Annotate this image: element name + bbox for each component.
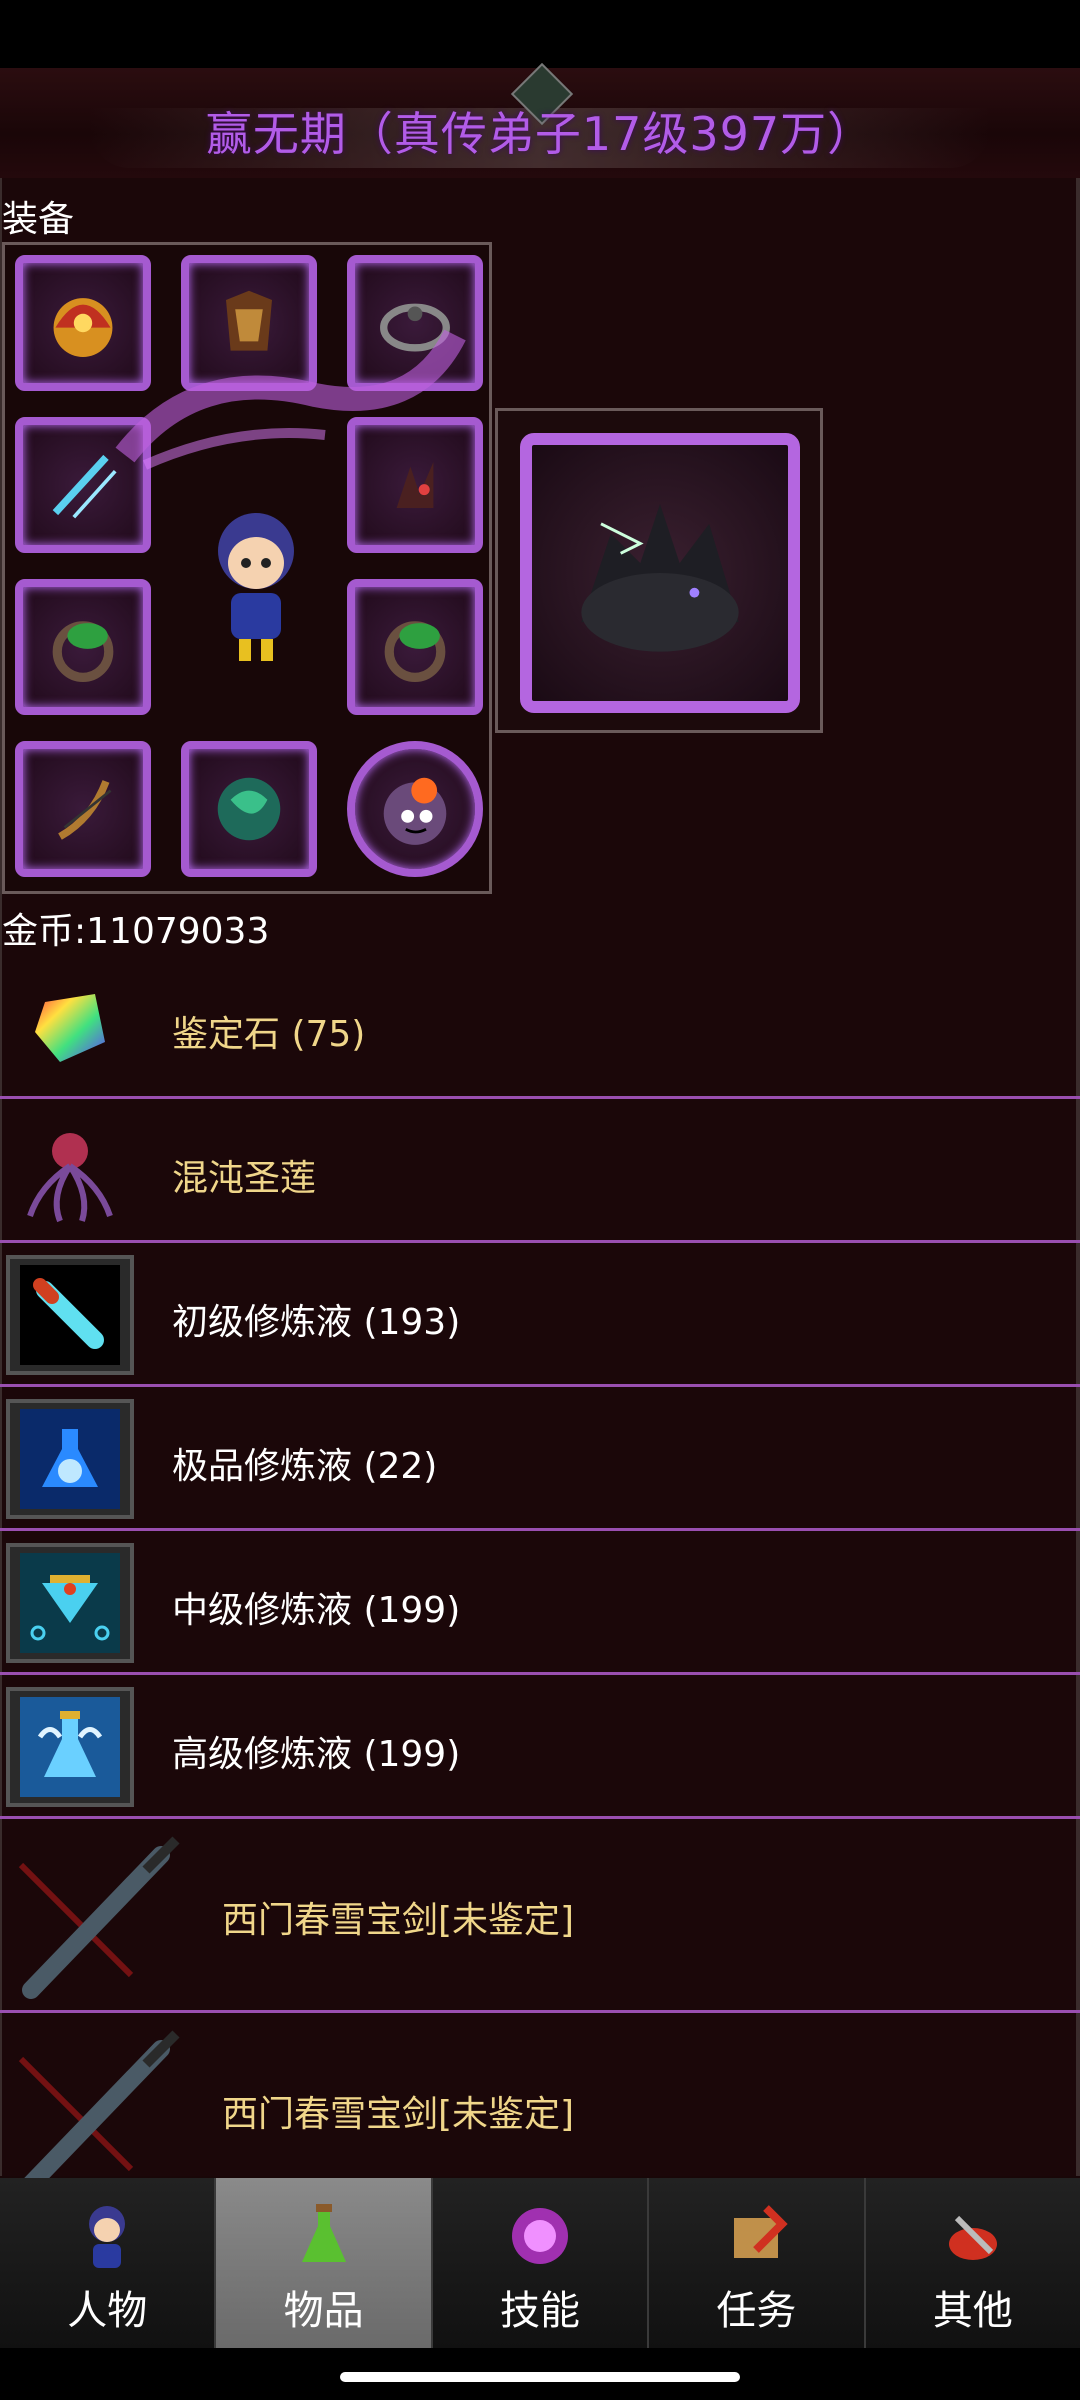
equipment-label: 装备 [2, 199, 75, 240]
item-name: 混沌圣莲 [172, 1158, 317, 1199]
list-item[interactable]: 混沌圣莲 [0, 1099, 1080, 1243]
gold-count: 金币:11079033 [2, 911, 270, 952]
character-icon [89, 2206, 126, 2268]
tab-label: 其他 [932, 2288, 1013, 2334]
bow-icon [58, 780, 112, 840]
inventory-list: 鉴定石 (75) 混沌圣莲 初级修炼液 (193) 极品修炼液 (22) 中级修… [0, 955, 1080, 2207]
winged-flask-icon [20, 1697, 120, 1797]
equip-slot-ring-right[interactable] [347, 579, 483, 715]
equipment-grid [2, 242, 492, 894]
rainbow-gem-icon [35, 994, 105, 1062]
tab-label: 技能 [500, 2288, 581, 2334]
tab-items[interactable]: 物品 [216, 2178, 433, 2348]
tab-character[interactable]: 人物 [0, 2178, 217, 2348]
goblet-icon [20, 1553, 120, 1653]
pet-slot[interactable] [520, 433, 800, 713]
pet-slot-frame [495, 408, 823, 733]
list-item[interactable]: 高级修炼液 (199) [0, 1675, 1080, 1819]
other-icon [948, 2215, 997, 2260]
home-indicator[interactable] [340, 2372, 740, 2382]
skill-orb-icon [512, 2208, 569, 2264]
item-name: 极品修炼液 (22) [172, 1446, 438, 1487]
character-avatar [218, 513, 294, 661]
tab-skills[interactable]: 技能 [433, 2178, 650, 2348]
page-title: 赢无期（真传弟子17级397万） [205, 107, 875, 161]
broadsword-icon [18, 2030, 180, 2193]
item-name: 高级修炼液 (199) [172, 1734, 461, 1775]
equip-slot-orb[interactable] [347, 741, 483, 877]
quest-icon [734, 2205, 789, 2258]
item-name: 中级修炼液 (199) [172, 1590, 461, 1631]
item-name: 西门春雪宝剑[未鉴定] [222, 1900, 575, 1941]
list-item[interactable]: 初级修炼液 (193) [0, 1243, 1080, 1387]
dragon-aura [115, 329, 466, 470]
flask-icon [20, 1409, 120, 1509]
ghost-orb-icon [383, 777, 447, 845]
potion-icon [301, 2204, 346, 2262]
equip-slot-charm[interactable] [181, 741, 317, 877]
title-bar: 赢无期（真传弟子17级397万） [0, 62, 1080, 181]
list-item[interactable]: 极品修炼液 (22) [0, 1387, 1080, 1531]
bottom-tab-bar: 人物 物品 技能 任务 其他 [0, 2178, 1080, 2348]
ring-icon [52, 621, 114, 682]
item-name: 初级修炼液 (193) [172, 1302, 461, 1343]
equip-slot-ring-left[interactable] [15, 579, 151, 715]
dark-wolf-icon [581, 504, 739, 652]
ring-icon [384, 621, 446, 682]
tab-label: 任务 [716, 2288, 797, 2334]
list-item[interactable]: 西门春雪宝剑[未鉴定] [0, 1819, 1080, 2013]
list-item[interactable]: 鉴定石 (75) [0, 955, 1080, 1099]
tab-quests[interactable]: 任务 [649, 2178, 866, 2348]
tab-other[interactable]: 其他 [866, 2178, 1080, 2348]
item-name: 西门春雪宝剑[未鉴定] [222, 2094, 575, 2135]
status-bar [0, 0, 1080, 68]
beast-charm-icon [217, 777, 281, 841]
vial-icon [20, 1265, 120, 1365]
broadsword-icon [18, 1836, 180, 1999]
tab-label: 人物 [67, 2288, 148, 2334]
equip-slot-bow[interactable] [15, 741, 151, 877]
tab-label: 物品 [283, 2288, 364, 2334]
chaos-lotus-icon [27, 1133, 113, 1223]
list-item[interactable]: 中级修炼液 (199) [0, 1531, 1080, 1675]
item-name: 鉴定石 (75) [172, 1014, 366, 1055]
